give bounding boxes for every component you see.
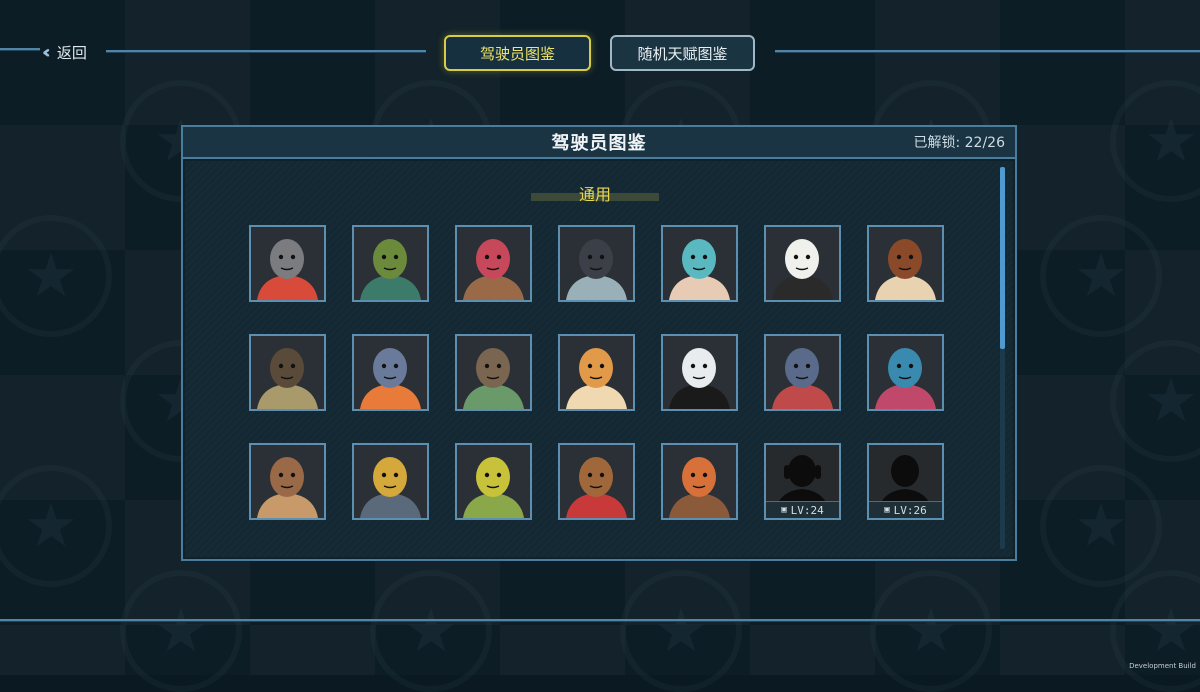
- pilot-card[interactable]: [455, 334, 532, 411]
- level-requirement-label: LV:26: [893, 503, 927, 517]
- pilot-card[interactable]: [352, 443, 429, 520]
- tab-pilot-codex[interactable]: 驾驶员图鉴: [444, 35, 591, 71]
- level-requirement-label: LV:24: [790, 503, 824, 517]
- yellow-dreads-pilot-portrait: [457, 445, 530, 518]
- scrollbar[interactable]: [1000, 167, 1005, 549]
- star-emblem-icon: ★: [620, 570, 742, 692]
- star-emblem-icon: ★: [370, 570, 492, 692]
- tree-crowned-pilot-portrait: [251, 336, 324, 409]
- mech-pilot-portrait: [766, 336, 839, 409]
- top-line-right: [775, 50, 1200, 53]
- pilot-card[interactable]: [352, 334, 429, 411]
- section-title: 通用: [578, 185, 611, 204]
- unlock-count: 已解锁: 22/26: [913, 135, 1005, 151]
- level-requirement-badge: ▣ LV:24: [766, 501, 839, 518]
- codex-panel: 驾驶员图鉴 已解锁: 22/26 通用 ▣ LV:24 ▣ LV:26: [181, 125, 1017, 561]
- pilot-card[interactable]: [867, 225, 944, 302]
- pilot-card[interactable]: [661, 443, 738, 520]
- helmet-pilot-portrait: [869, 336, 942, 409]
- dev-build-label: Development Build: [1129, 662, 1196, 670]
- back-button[interactable]: ‹‹ 返回: [42, 41, 87, 63]
- pilot-card[interactable]: [867, 334, 944, 411]
- orange-haired-pilot-portrait: [663, 445, 736, 518]
- lock-icon: ▣: [884, 505, 890, 515]
- pilot-card[interactable]: [661, 334, 738, 411]
- panel-title: 驾驶员图鉴: [551, 133, 647, 154]
- lock-icon: ▣: [781, 505, 787, 515]
- top-line-left: [0, 48, 40, 51]
- star-emblem-icon: ★: [1040, 465, 1162, 587]
- star-emblem-icon: ★: [870, 570, 992, 692]
- pilot-card[interactable]: [558, 225, 635, 302]
- tab-talent-codex[interactable]: 随机天赋图鉴: [610, 35, 755, 71]
- top-line-mid: [106, 50, 426, 53]
- pilot-card[interactable]: [558, 334, 635, 411]
- star-emblem-icon: ★: [1040, 215, 1162, 337]
- dog-pilot-portrait: [869, 227, 942, 300]
- star-emblem-icon: ★: [120, 570, 242, 692]
- back-label: 返回: [56, 43, 87, 62]
- robot-pilot-portrait: [354, 336, 427, 409]
- white-hood-pilot-portrait: [663, 336, 736, 409]
- locked-pilot-card[interactable]: ▣ LV:24: [764, 443, 841, 520]
- double-chevron-left-icon: ‹‹: [42, 41, 51, 63]
- cowboy-robot-pilot-portrait: [560, 445, 633, 518]
- level-requirement-badge: ▣ LV:26: [869, 501, 942, 518]
- pilot-card[interactable]: [455, 225, 532, 302]
- panel-header: 驾驶员图鉴 已解锁: 22/26: [183, 127, 1015, 159]
- panel-body: 通用 ▣ LV:24 ▣ LV:26: [185, 161, 1013, 557]
- scroll-thumb[interactable]: [1000, 167, 1005, 349]
- pilot-card[interactable]: [764, 225, 841, 302]
- pilot-card[interactable]: [661, 225, 738, 302]
- bear-pilot-portrait: [251, 445, 324, 518]
- plant-haired-pilot-portrait: [354, 227, 427, 300]
- treant-pilot-portrait: [457, 336, 530, 409]
- red-haired-pilot-portrait: [457, 227, 530, 300]
- teal-haired-pilot-portrait: [663, 227, 736, 300]
- section-header: 通用: [531, 183, 659, 204]
- pilot-card[interactable]: [558, 443, 635, 520]
- pilot-card[interactable]: [352, 225, 429, 302]
- cat-pilot-portrait: [251, 227, 324, 300]
- pilot-card[interactable]: [764, 334, 841, 411]
- bottom-line: [0, 619, 1200, 622]
- hooded-masked-pilot-portrait: [560, 227, 633, 300]
- pilot-card[interactable]: [249, 443, 326, 520]
- locked-pilot-card[interactable]: ▣ LV:26: [867, 443, 944, 520]
- orange-cat-pilot-portrait: [560, 336, 633, 409]
- pilot-card[interactable]: [249, 225, 326, 302]
- pilot-card[interactable]: [249, 334, 326, 411]
- panda-pilot-portrait: [766, 227, 839, 300]
- gold-robot-pilot-portrait: [354, 445, 427, 518]
- pilot-card[interactable]: [455, 443, 532, 520]
